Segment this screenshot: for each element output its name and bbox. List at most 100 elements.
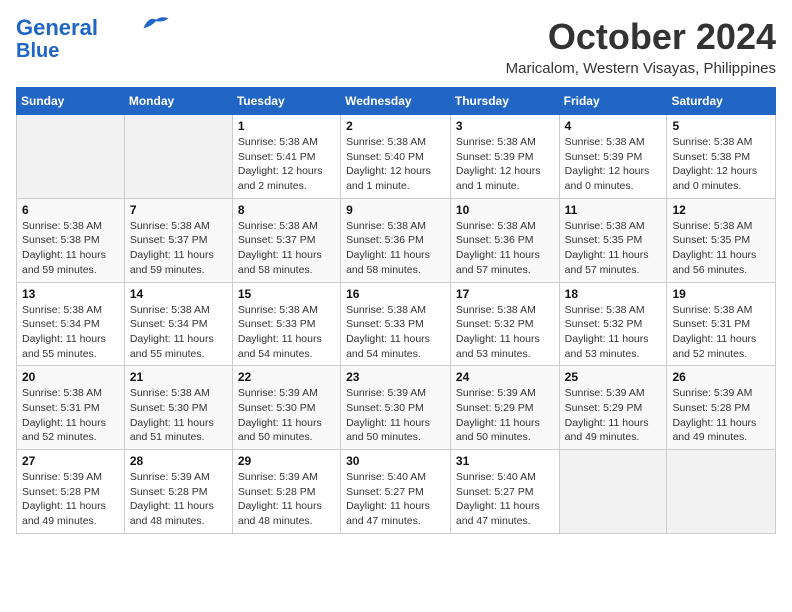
day-number: 26	[672, 370, 770, 384]
day-info: Sunrise: 5:38 AM Sunset: 5:37 PM Dayligh…	[130, 219, 227, 278]
day-info: Sunrise: 5:38 AM Sunset: 5:35 PM Dayligh…	[565, 219, 662, 278]
calendar-cell: 24Sunrise: 5:39 AM Sunset: 5:29 PM Dayli…	[450, 366, 559, 450]
day-number: 3	[456, 119, 554, 133]
day-info: Sunrise: 5:39 AM Sunset: 5:30 PM Dayligh…	[346, 386, 445, 445]
day-number: 8	[238, 203, 335, 217]
day-number: 18	[565, 287, 662, 301]
calendar-cell: 10Sunrise: 5:38 AM Sunset: 5:36 PM Dayli…	[450, 198, 559, 282]
calendar-cell: 15 Sunrise: 5:38 AM Sunset: 5:33 PM Dayli…	[232, 282, 340, 366]
day-number: 28	[130, 454, 227, 468]
day-info: Sunrise: 5:38 AM Sunset: 5:36 PM Dayligh…	[456, 219, 554, 278]
day-number: 5	[672, 119, 770, 133]
calendar-cell: 30 Sunrise: 5:40 AM Sunset: 5:27 PM Dayli…	[341, 450, 451, 534]
day-number: 23	[346, 370, 445, 384]
calendar-cell: 14 Sunrise: 5:38 AM Sunset: 5:34 PM Dayli…	[124, 282, 232, 366]
bird-icon	[142, 14, 170, 34]
calendar-cell: 18 Sunrise: 5:38 AM Sunset: 5:32 PM Dayli…	[559, 282, 667, 366]
day-number: 13	[22, 287, 119, 301]
day-number: 29	[238, 454, 335, 468]
day-info: Sunrise: 5:39 AM Sunset: 5:30 PM Dayligh…	[238, 386, 335, 445]
day-info: Sunrise: 5:38 AM Sunset: 5:36 PM Dayligh…	[346, 219, 445, 278]
calendar: SundayMondayTuesdayWednesdayThursdayFrid…	[16, 87, 776, 534]
calendar-cell: 4 Sunrise: 5:38 AM Sunset: 5:39 PM Daylig…	[559, 115, 667, 199]
day-number: 22	[238, 370, 335, 384]
day-number: 12	[672, 203, 770, 217]
calendar-cell: 2Sunrise: 5:38 AM Sunset: 5:40 PM Daylig…	[341, 115, 451, 199]
day-info: Sunrise: 5:38 AM Sunset: 5:35 PM Dayligh…	[672, 219, 770, 278]
calendar-cell	[559, 450, 667, 534]
day-info: Sunrise: 5:38 AM Sunset: 5:38 PM Dayligh…	[672, 135, 770, 194]
day-info: Sunrise: 5:38 AM Sunset: 5:41 PM Dayligh…	[238, 135, 335, 194]
weekday-header-wednesday: Wednesday	[341, 88, 451, 115]
calendar-cell: 9 Sunrise: 5:38 AM Sunset: 5:36 PM Daylig…	[341, 198, 451, 282]
calendar-cell: 16 Sunrise: 5:38 AM Sunset: 5:33 PM Dayli…	[341, 282, 451, 366]
day-number: 24	[456, 370, 554, 384]
day-info: Sunrise: 5:38 AM Sunset: 5:34 PM Dayligh…	[22, 303, 119, 362]
day-number: 16	[346, 287, 445, 301]
day-number: 30	[346, 454, 445, 468]
calendar-cell: 6 Sunrise: 5:38 AM Sunset: 5:38 PM Daylig…	[17, 198, 125, 282]
calendar-cell: 13 Sunrise: 5:38 AM Sunset: 5:34 PM Dayli…	[17, 282, 125, 366]
weekday-header-sunday: Sunday	[17, 88, 125, 115]
calendar-cell: 8 Sunrise: 5:38 AM Sunset: 5:37 PM Daylig…	[232, 198, 340, 282]
day-number: 4	[565, 119, 662, 133]
day-number: 31	[456, 454, 554, 468]
logo-text: General	[16, 16, 98, 40]
day-number: 21	[130, 370, 227, 384]
calendar-cell: 26 Sunrise: 5:39 AM Sunset: 5:28 PM Dayli…	[667, 366, 776, 450]
calendar-cell: 5 Sunrise: 5:38 AM Sunset: 5:38 PM Daylig…	[667, 115, 776, 199]
location-title: Maricalom, Western Visayas, Philippines	[506, 60, 776, 77]
weekday-header-friday: Friday	[559, 88, 667, 115]
day-info: Sunrise: 5:38 AM Sunset: 5:33 PM Dayligh…	[238, 303, 335, 362]
logo: General Blue	[16, 16, 170, 62]
day-info: Sunrise: 5:38 AM Sunset: 5:31 PM Dayligh…	[672, 303, 770, 362]
day-info: Sunrise: 5:39 AM Sunset: 5:28 PM Dayligh…	[22, 470, 119, 529]
day-info: Sunrise: 5:39 AM Sunset: 5:28 PM Dayligh…	[130, 470, 227, 529]
day-number: 1	[238, 119, 335, 133]
calendar-cell: 19 Sunrise: 5:38 AM Sunset: 5:31 PM Dayli…	[667, 282, 776, 366]
day-number: 17	[456, 287, 554, 301]
day-info: Sunrise: 5:38 AM Sunset: 5:39 PM Dayligh…	[565, 135, 662, 194]
day-info: Sunrise: 5:39 AM Sunset: 5:28 PM Dayligh…	[672, 386, 770, 445]
calendar-cell: 11Sunrise: 5:38 AM Sunset: 5:35 PM Dayli…	[559, 198, 667, 282]
day-number: 19	[672, 287, 770, 301]
weekday-header-thursday: Thursday	[450, 88, 559, 115]
day-info: Sunrise: 5:40 AM Sunset: 5:27 PM Dayligh…	[456, 470, 554, 529]
month-title: October 2024	[506, 16, 776, 58]
day-number: 7	[130, 203, 227, 217]
day-number: 6	[22, 203, 119, 217]
day-number: 9	[346, 203, 445, 217]
calendar-cell: 12 Sunrise: 5:38 AM Sunset: 5:35 PM Dayli…	[667, 198, 776, 282]
calendar-cell: 23 Sunrise: 5:39 AM Sunset: 5:30 PM Dayli…	[341, 366, 451, 450]
calendar-cell: 1 Sunrise: 5:38 AM Sunset: 5:41 PM Daylig…	[232, 115, 340, 199]
day-number: 15	[238, 287, 335, 301]
calendar-cell: 3 Sunrise: 5:38 AM Sunset: 5:39 PM Daylig…	[450, 115, 559, 199]
calendar-cell: 28 Sunrise: 5:39 AM Sunset: 5:28 PM Dayli…	[124, 450, 232, 534]
calendar-cell: 27 Sunrise: 5:39 AM Sunset: 5:28 PM Dayli…	[17, 450, 125, 534]
day-info: Sunrise: 5:39 AM Sunset: 5:28 PM Dayligh…	[238, 470, 335, 529]
day-number: 25	[565, 370, 662, 384]
day-info: Sunrise: 5:38 AM Sunset: 5:33 PM Dayligh…	[346, 303, 445, 362]
calendar-cell	[17, 115, 125, 199]
day-info: Sunrise: 5:38 AM Sunset: 5:39 PM Dayligh…	[456, 135, 554, 194]
calendar-cell: 25Sunrise: 5:39 AM Sunset: 5:29 PM Dayli…	[559, 366, 667, 450]
day-info: Sunrise: 5:38 AM Sunset: 5:38 PM Dayligh…	[22, 219, 119, 278]
day-number: 14	[130, 287, 227, 301]
calendar-cell: 17 Sunrise: 5:38 AM Sunset: 5:32 PM Dayli…	[450, 282, 559, 366]
header: General Blue October 2024 Maricalom, Wes…	[16, 16, 776, 77]
day-number: 27	[22, 454, 119, 468]
weekday-header-tuesday: Tuesday	[232, 88, 340, 115]
calendar-cell	[124, 115, 232, 199]
day-info: Sunrise: 5:38 AM Sunset: 5:32 PM Dayligh…	[456, 303, 554, 362]
day-info: Sunrise: 5:38 AM Sunset: 5:34 PM Dayligh…	[130, 303, 227, 362]
day-info: Sunrise: 5:38 AM Sunset: 5:31 PM Dayligh…	[22, 386, 119, 445]
calendar-cell: 20 Sunrise: 5:38 AM Sunset: 5:31 PM Dayli…	[17, 366, 125, 450]
calendar-cell: 22 Sunrise: 5:39 AM Sunset: 5:30 PM Dayli…	[232, 366, 340, 450]
day-info: Sunrise: 5:38 AM Sunset: 5:37 PM Dayligh…	[238, 219, 335, 278]
calendar-cell: 29 Sunrise: 5:39 AM Sunset: 5:28 PM Dayli…	[232, 450, 340, 534]
day-info: Sunrise: 5:40 AM Sunset: 5:27 PM Dayligh…	[346, 470, 445, 529]
title-area: October 2024 Maricalom, Western Visayas,…	[506, 16, 776, 77]
day-number: 20	[22, 370, 119, 384]
day-info: Sunrise: 5:38 AM Sunset: 5:32 PM Dayligh…	[565, 303, 662, 362]
calendar-cell	[667, 450, 776, 534]
